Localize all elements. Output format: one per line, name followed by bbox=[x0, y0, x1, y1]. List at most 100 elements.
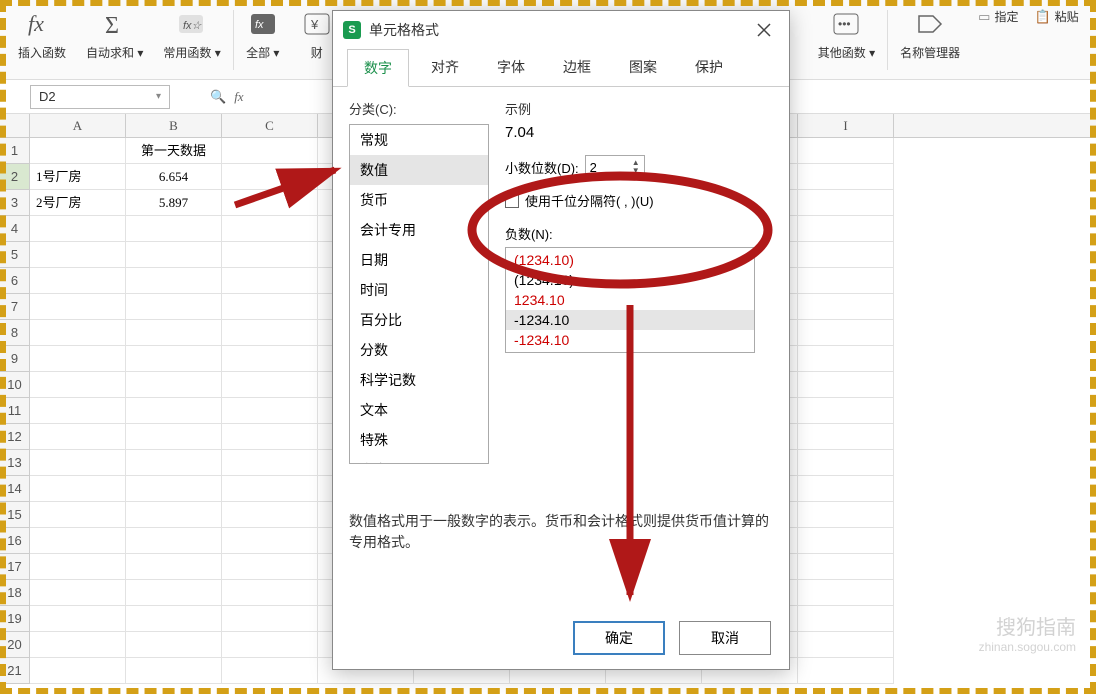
cell-C12[interactable] bbox=[222, 424, 318, 450]
cell-A3[interactable]: 2号厂房 bbox=[30, 190, 126, 216]
cell-A15[interactable] bbox=[30, 502, 126, 528]
negative-format-item-0[interactable]: (1234.10) bbox=[506, 250, 754, 270]
dialog-tab-4[interactable]: 图案 bbox=[613, 49, 673, 86]
cell-B19[interactable] bbox=[126, 606, 222, 632]
cell-B6[interactable] bbox=[126, 268, 222, 294]
cell-B3[interactable]: 5.897 bbox=[126, 190, 222, 216]
cell-B15[interactable] bbox=[126, 502, 222, 528]
row-header-7[interactable]: 7 bbox=[0, 294, 30, 320]
cell-C18[interactable] bbox=[222, 580, 318, 606]
row-header-8[interactable]: 8 bbox=[0, 320, 30, 346]
cell-A2[interactable]: 1号厂房 bbox=[30, 164, 126, 190]
cell-C13[interactable] bbox=[222, 450, 318, 476]
select-all-corner[interactable] bbox=[0, 114, 30, 137]
row-header-16[interactable]: 16 bbox=[0, 528, 30, 554]
insert-function-button[interactable]: fx 插入函数 bbox=[10, 4, 74, 65]
cell-I13[interactable] bbox=[798, 450, 894, 476]
row-header-18[interactable]: 18 bbox=[0, 580, 30, 606]
cell-C10[interactable] bbox=[222, 372, 318, 398]
cell-I17[interactable] bbox=[798, 554, 894, 580]
cancel-button[interactable]: 取消 bbox=[679, 621, 771, 655]
cell-B18[interactable] bbox=[126, 580, 222, 606]
cell-I9[interactable] bbox=[798, 346, 894, 372]
row-header-3[interactable]: 3 bbox=[0, 190, 30, 216]
row-header-21[interactable]: 21 bbox=[0, 658, 30, 684]
cell-A9[interactable] bbox=[30, 346, 126, 372]
spin-down-icon[interactable]: ▼ bbox=[632, 167, 640, 175]
row-header-11[interactable]: 11 bbox=[0, 398, 30, 424]
cell-C5[interactable] bbox=[222, 242, 318, 268]
column-header-C[interactable]: C bbox=[222, 114, 318, 137]
category-item-6[interactable]: 百分比 bbox=[350, 305, 488, 335]
cell-B11[interactable] bbox=[126, 398, 222, 424]
category-item-5[interactable]: 时间 bbox=[350, 275, 488, 305]
cell-A12[interactable] bbox=[30, 424, 126, 450]
column-header-B[interactable]: B bbox=[126, 114, 222, 137]
cell-A5[interactable] bbox=[30, 242, 126, 268]
cell-B9[interactable] bbox=[126, 346, 222, 372]
cell-I16[interactable] bbox=[798, 528, 894, 554]
cell-I4[interactable] bbox=[798, 216, 894, 242]
cell-I5[interactable] bbox=[798, 242, 894, 268]
cell-C2[interactable] bbox=[222, 164, 318, 190]
cell-C11[interactable] bbox=[222, 398, 318, 424]
row-header-15[interactable]: 15 bbox=[0, 502, 30, 528]
negative-format-item-1[interactable]: (1234.10) bbox=[506, 270, 754, 290]
cell-I11[interactable] bbox=[798, 398, 894, 424]
cell-B14[interactable] bbox=[126, 476, 222, 502]
cell-B12[interactable] bbox=[126, 424, 222, 450]
column-header-A[interactable]: A bbox=[30, 114, 126, 137]
common-functions-button[interactable]: fx☆ 常用函数 ▾ bbox=[155, 4, 228, 65]
cell-I14[interactable] bbox=[798, 476, 894, 502]
row-header-12[interactable]: 12 bbox=[0, 424, 30, 450]
magnifier-icon[interactable]: 🔍 bbox=[210, 89, 226, 105]
paste-button[interactable]: 📋 粘贴 bbox=[1028, 4, 1084, 29]
cell-B7[interactable] bbox=[126, 294, 222, 320]
cell-I8[interactable] bbox=[798, 320, 894, 346]
other-functions-button[interactable]: ••• 其他函数 ▾ bbox=[810, 4, 883, 65]
row-header-13[interactable]: 13 bbox=[0, 450, 30, 476]
row-header-19[interactable]: 19 bbox=[0, 606, 30, 632]
cell-B20[interactable] bbox=[126, 632, 222, 658]
category-list[interactable]: 常规数值货币会计专用日期时间百分比分数科学记数文本特殊自定义 bbox=[349, 124, 489, 464]
cell-C14[interactable] bbox=[222, 476, 318, 502]
cell-I3[interactable] bbox=[798, 190, 894, 216]
row-header-14[interactable]: 14 bbox=[0, 476, 30, 502]
cell-I20[interactable] bbox=[798, 632, 894, 658]
category-item-11[interactable]: 自定义 bbox=[350, 455, 488, 464]
dialog-tab-0[interactable]: 数字 bbox=[347, 49, 409, 87]
cell-C17[interactable] bbox=[222, 554, 318, 580]
cell-C8[interactable] bbox=[222, 320, 318, 346]
name-box[interactable]: D2 ▾ bbox=[30, 85, 170, 109]
cell-C1[interactable] bbox=[222, 138, 318, 164]
cell-B17[interactable] bbox=[126, 554, 222, 580]
dialog-tab-3[interactable]: 边框 bbox=[547, 49, 607, 86]
row-header-5[interactable]: 5 bbox=[0, 242, 30, 268]
negative-format-item-2[interactable]: 1234.10 bbox=[506, 290, 754, 310]
cell-B10[interactable] bbox=[126, 372, 222, 398]
cell-A13[interactable] bbox=[30, 450, 126, 476]
thousands-separator-checkbox[interactable] bbox=[505, 194, 519, 208]
cell-I18[interactable] bbox=[798, 580, 894, 606]
row-header-20[interactable]: 20 bbox=[0, 632, 30, 658]
cell-C9[interactable] bbox=[222, 346, 318, 372]
cell-A21[interactable] bbox=[30, 658, 126, 684]
cell-I19[interactable] bbox=[798, 606, 894, 632]
cell-C16[interactable] bbox=[222, 528, 318, 554]
row-header-9[interactable]: 9 bbox=[0, 346, 30, 372]
cell-B16[interactable] bbox=[126, 528, 222, 554]
cell-A20[interactable] bbox=[30, 632, 126, 658]
category-item-8[interactable]: 科学记数 bbox=[350, 365, 488, 395]
cell-A19[interactable] bbox=[30, 606, 126, 632]
cell-B8[interactable] bbox=[126, 320, 222, 346]
category-item-4[interactable]: 日期 bbox=[350, 245, 488, 275]
cell-C21[interactable] bbox=[222, 658, 318, 684]
category-item-3[interactable]: 会计专用 bbox=[350, 215, 488, 245]
fx-label-icon[interactable]: fx bbox=[234, 89, 243, 105]
cell-I6[interactable] bbox=[798, 268, 894, 294]
cell-B4[interactable] bbox=[126, 216, 222, 242]
category-item-7[interactable]: 分数 bbox=[350, 335, 488, 365]
cell-A7[interactable] bbox=[30, 294, 126, 320]
cell-A16[interactable] bbox=[30, 528, 126, 554]
cell-C19[interactable] bbox=[222, 606, 318, 632]
